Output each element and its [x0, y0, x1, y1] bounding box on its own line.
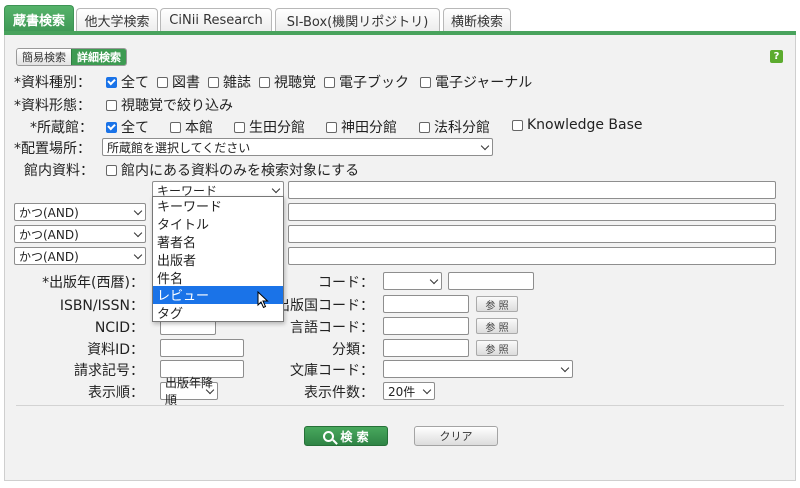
- checkbox-icon[interactable]: [106, 164, 117, 176]
- material-type-label: *資料種別：: [14, 75, 91, 91]
- display-count-select[interactable]: 20件: [383, 382, 435, 400]
- search-button[interactable]: 検 索: [304, 426, 388, 446]
- in-library-checkbox[interactable]: 館内にある資料のみを検索対象にする: [106, 160, 359, 180]
- checkbox-icon[interactable]: [157, 76, 168, 88]
- material-type-all[interactable]: 全て: [106, 72, 149, 92]
- chevron-down-icon: [133, 250, 143, 260]
- library-law[interactable]: 法科分館: [419, 117, 490, 137]
- bunko-code-select[interactable]: [383, 360, 573, 378]
- bool-select-2[interactable]: かつ(AND): [14, 225, 146, 243]
- material-id-label: 資料ID：: [87, 342, 144, 358]
- location-select[interactable]: 所蔵館を選択してください: [102, 138, 493, 156]
- isbn-label: ISBN/ISSN：: [59, 298, 144, 314]
- tab-holdings-search[interactable]: 蔵書検索: [4, 5, 74, 32]
- divider: [16, 405, 784, 406]
- location-label: *配置場所：: [14, 141, 91, 157]
- library-main[interactable]: 本館: [170, 117, 213, 137]
- search-mode-toggle: 簡易検索 詳細検索: [16, 48, 127, 66]
- checkbox-icon[interactable]: [326, 121, 337, 133]
- material-form-label: *資料形態：: [14, 98, 91, 114]
- checkbox-icon[interactable]: [106, 99, 117, 111]
- tab-si-box[interactable]: SI-Box(機関リポジトリ): [275, 8, 440, 32]
- ncid-label: NCID：: [94, 320, 144, 336]
- advanced-search-button[interactable]: 詳細検索: [71, 49, 126, 65]
- language-code-input[interactable]: [383, 317, 469, 335]
- checkbox-icon[interactable]: [170, 121, 181, 133]
- sort-order-label: 表示順：: [88, 385, 144, 401]
- keyword-input-3[interactable]: [288, 225, 776, 243]
- clear-button[interactable]: クリア: [414, 426, 498, 446]
- bunko-code-label: 文庫コード：: [290, 363, 374, 379]
- tab-other-universities[interactable]: 他大学検索: [76, 8, 158, 32]
- material-type-ejournal[interactable]: 電子ジャーナル: [420, 72, 532, 92]
- chevron-down-icon: [271, 184, 281, 194]
- classification-input[interactable]: [383, 339, 469, 357]
- checkbox-icon[interactable]: [324, 76, 335, 88]
- classification-label: 分類：: [332, 342, 374, 358]
- checkbox-icon[interactable]: [106, 121, 117, 133]
- checkbox-icon[interactable]: [208, 76, 219, 88]
- checkbox-icon[interactable]: [512, 119, 523, 131]
- in-library-label: 館内資料：: [24, 163, 94, 179]
- pub-year-label: *出版年(西暦)：: [42, 275, 144, 291]
- simple-search-button[interactable]: 簡易検索: [17, 49, 71, 65]
- library-all[interactable]: 全て: [106, 117, 149, 137]
- keyword-input-4[interactable]: [288, 247, 776, 265]
- code-input[interactable]: [448, 272, 534, 290]
- sort-order-select[interactable]: 出版年降順: [160, 376, 218, 407]
- checkbox-icon[interactable]: [259, 76, 270, 88]
- call-number-label: 請求記号：: [74, 363, 144, 379]
- dropdown-option-subject[interactable]: 件名: [153, 268, 283, 287]
- help-icon[interactable]: ?: [770, 50, 783, 63]
- search-icon: [323, 430, 335, 442]
- material-type-ebook[interactable]: 電子ブック: [324, 72, 409, 92]
- code-select[interactable]: [383, 272, 442, 290]
- chevron-down-icon: [133, 228, 143, 238]
- bool-select-1[interactable]: かつ(AND): [14, 203, 146, 221]
- tab-cinii-research[interactable]: CiNii Research: [160, 8, 272, 32]
- chevron-down-icon: [560, 363, 570, 373]
- classification-ref-button[interactable]: 参 照: [476, 340, 518, 356]
- tab-cross-search[interactable]: 横断検索: [443, 8, 511, 32]
- chevron-down-icon: [429, 275, 439, 285]
- checkbox-icon[interactable]: [419, 121, 430, 133]
- checkbox-icon[interactable]: [106, 76, 117, 88]
- dropdown-option-title[interactable]: タイトル: [153, 215, 283, 233]
- material-type-book[interactable]: 図書: [157, 72, 200, 92]
- material-type-av[interactable]: 視聴覚: [259, 72, 316, 92]
- library-ikuta[interactable]: 生田分館: [234, 117, 305, 137]
- av-filter-checkbox[interactable]: 視聴覚で絞り込み: [106, 95, 233, 115]
- material-type-journal[interactable]: 雑誌: [208, 72, 251, 92]
- mouse-cursor-icon: [257, 291, 269, 309]
- keyword-input-1[interactable]: [288, 181, 776, 199]
- dropdown-option-publisher[interactable]: 出版者: [153, 250, 283, 269]
- dropdown-option-keyword[interactable]: キーワード: [153, 197, 283, 215]
- chevron-down-icon: [133, 206, 143, 216]
- material-id-input[interactable]: [160, 339, 244, 357]
- checkbox-icon[interactable]: [420, 76, 431, 88]
- chevron-down-icon: [422, 385, 432, 395]
- library-kanda[interactable]: 神田分館: [326, 117, 397, 137]
- checkbox-icon[interactable]: [234, 121, 245, 133]
- pub-country-input[interactable]: [383, 295, 469, 313]
- chevron-down-icon: [480, 141, 490, 151]
- keyword-input-2[interactable]: [288, 203, 776, 221]
- dropdown-option-author[interactable]: 著者名: [153, 233, 283, 251]
- holding-library-label: *所蔵館：: [30, 120, 93, 136]
- bool-select-3[interactable]: かつ(AND): [14, 247, 146, 265]
- language-code-ref-button[interactable]: 参 照: [476, 318, 518, 334]
- display-count-label: 表示件数：: [304, 385, 374, 401]
- pub-country-ref-button[interactable]: 参 照: [476, 296, 518, 312]
- library-knowledge-base[interactable]: Knowledge Base: [512, 117, 643, 133]
